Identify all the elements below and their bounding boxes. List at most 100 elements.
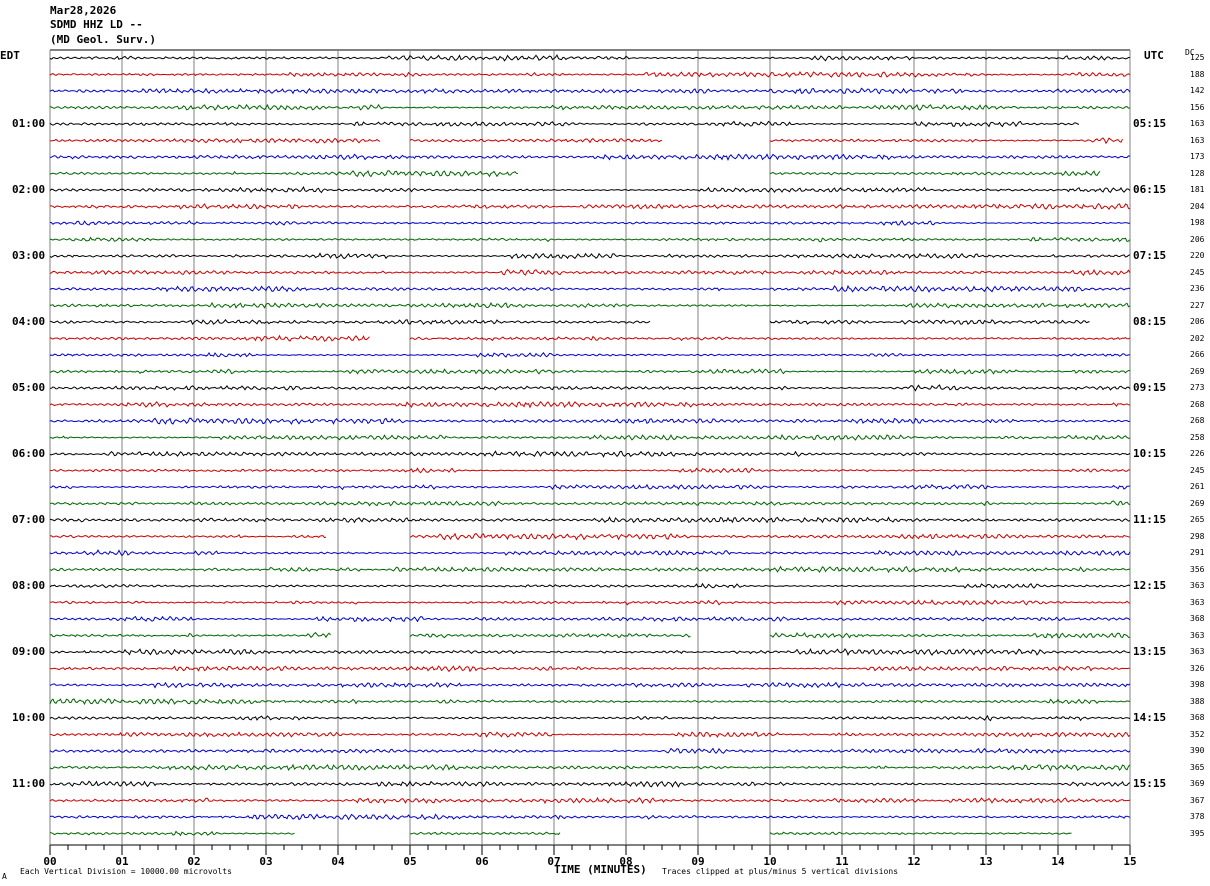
left-hour-label: 02:00 bbox=[12, 183, 46, 196]
dc-offset-label: 245 bbox=[1190, 465, 1205, 475]
right-hour-label: 11:15 bbox=[1133, 513, 1167, 526]
x-tick-label: 05 bbox=[403, 855, 416, 868]
trace-line bbox=[49, 763, 1131, 772]
trace-line bbox=[49, 368, 1131, 375]
trace-line bbox=[49, 236, 1131, 243]
dc-offset-label: 220 bbox=[1190, 251, 1205, 260]
trace-line bbox=[49, 252, 1131, 260]
trace-line bbox=[49, 153, 1131, 161]
trace-line bbox=[49, 549, 1131, 557]
right-hour-label: 10:15 bbox=[1133, 447, 1167, 460]
dc-offset-label: 298 bbox=[1190, 531, 1205, 541]
dc-offset-label: 367 bbox=[1190, 795, 1205, 805]
left-hour-label: 05:00 bbox=[12, 381, 46, 394]
x-tick-label: 14 bbox=[1051, 855, 1065, 868]
trace-line bbox=[49, 747, 1131, 755]
trace-line bbox=[49, 813, 1131, 821]
left-hour-label: 04:00 bbox=[12, 315, 46, 328]
dc-offset-label: 390 bbox=[1190, 746, 1205, 755]
x-tick-label: 03 bbox=[259, 855, 272, 868]
trace-line bbox=[49, 830, 295, 837]
corner-mark: A bbox=[2, 872, 7, 881]
trace-line bbox=[49, 268, 1131, 277]
dc-offset-label: 352 bbox=[1190, 729, 1205, 739]
dc-offset-label: 173 bbox=[1190, 152, 1205, 161]
dc-offset-label: 291 bbox=[1190, 548, 1205, 557]
trace-line bbox=[49, 169, 519, 178]
left-hour-label: 11:00 bbox=[12, 777, 46, 790]
x-tick-label: 12 bbox=[907, 855, 920, 868]
trace-line bbox=[49, 434, 1131, 441]
trace-line bbox=[49, 87, 1131, 95]
trace-line bbox=[769, 170, 1101, 177]
clip-note: Traces clipped at plus/minus 5 vertical … bbox=[662, 867, 899, 876]
dc-offset-label: 236 bbox=[1190, 284, 1205, 293]
trace-line bbox=[49, 137, 381, 144]
trace-line bbox=[49, 71, 1131, 78]
dc-offset-label: 156 bbox=[1190, 102, 1205, 112]
dc-offset-label: 206 bbox=[1190, 317, 1205, 326]
dc-offset-label: 398 bbox=[1190, 680, 1205, 689]
trace-line bbox=[49, 731, 1131, 738]
right-hour-label: 07:15 bbox=[1133, 249, 1167, 262]
right-timezone-label: UTC bbox=[1144, 49, 1164, 62]
dc-offset-label: 206 bbox=[1190, 234, 1205, 244]
trace-line bbox=[49, 500, 1131, 507]
trace-line bbox=[49, 384, 1131, 392]
trace-line bbox=[49, 599, 1131, 606]
dc-offset-label: 368 bbox=[1190, 614, 1205, 623]
scale-note: Each Vertical Division = 10000.00 microv… bbox=[20, 867, 232, 876]
trace-line bbox=[49, 648, 1131, 656]
dc-offset-label: 258 bbox=[1190, 432, 1205, 442]
dc-offset-label: 363 bbox=[1190, 630, 1205, 640]
dc-offset-label: 363 bbox=[1190, 581, 1205, 590]
trace-line bbox=[49, 202, 1131, 211]
right-hour-label: 13:15 bbox=[1133, 645, 1167, 658]
trace-line bbox=[49, 334, 370, 342]
dc-offset-label: 204 bbox=[1190, 201, 1205, 211]
right-hour-label: 09:15 bbox=[1133, 381, 1167, 394]
trace-line bbox=[49, 714, 1131, 722]
trace-line bbox=[49, 450, 1131, 458]
trace-line bbox=[49, 351, 1131, 358]
dc-offset-label: 125 bbox=[1190, 53, 1205, 62]
dc-offset-label: 378 bbox=[1190, 812, 1205, 821]
dc-offset-label: 245 bbox=[1190, 267, 1205, 277]
x-tick-label: 13 bbox=[979, 855, 992, 868]
dc-offset-label: 266 bbox=[1190, 350, 1205, 359]
trace-line bbox=[49, 219, 1131, 226]
trace-line bbox=[49, 120, 1080, 128]
trace-line bbox=[409, 831, 561, 836]
trace-line bbox=[49, 565, 1131, 574]
dc-offset-label: 268 bbox=[1190, 416, 1205, 425]
dc-offset-label: 142 bbox=[1190, 86, 1205, 95]
dc-offset-label: 395 bbox=[1190, 828, 1205, 838]
trace-line bbox=[49, 665, 1131, 673]
dc-offset-label: 128 bbox=[1190, 168, 1205, 178]
right-hour-label: 08:15 bbox=[1133, 315, 1167, 328]
dc-offset-label: 202 bbox=[1190, 333, 1205, 343]
dc-offset-label: 268 bbox=[1190, 399, 1205, 409]
trace-line bbox=[49, 796, 1130, 805]
trace-line bbox=[769, 632, 1131, 639]
dc-offset-label: 269 bbox=[1190, 498, 1205, 508]
trace-line bbox=[49, 631, 331, 639]
dc-offset-label: 163 bbox=[1190, 135, 1205, 145]
trace-line bbox=[49, 681, 1131, 689]
dc-offset-label: 261 bbox=[1190, 482, 1205, 491]
trace-line bbox=[49, 284, 1131, 293]
trace-line bbox=[409, 137, 663, 144]
right-hour-label: 15:15 bbox=[1133, 777, 1167, 790]
left-hour-label: 07:00 bbox=[12, 513, 46, 526]
trace-line bbox=[409, 632, 691, 639]
x-tick-label: 15 bbox=[1123, 855, 1136, 868]
left-hour-label: 10:00 bbox=[12, 711, 46, 724]
trace-line bbox=[49, 780, 1131, 788]
left-hour-label: 01:00 bbox=[12, 117, 46, 130]
dc-offset-label: 273 bbox=[1190, 383, 1205, 392]
trace-line bbox=[49, 301, 1131, 309]
left-hour-label: 06:00 bbox=[12, 447, 46, 460]
dc-offset-label: 363 bbox=[1190, 597, 1205, 607]
trace-line bbox=[49, 582, 1131, 589]
trace-line bbox=[49, 698, 1131, 706]
